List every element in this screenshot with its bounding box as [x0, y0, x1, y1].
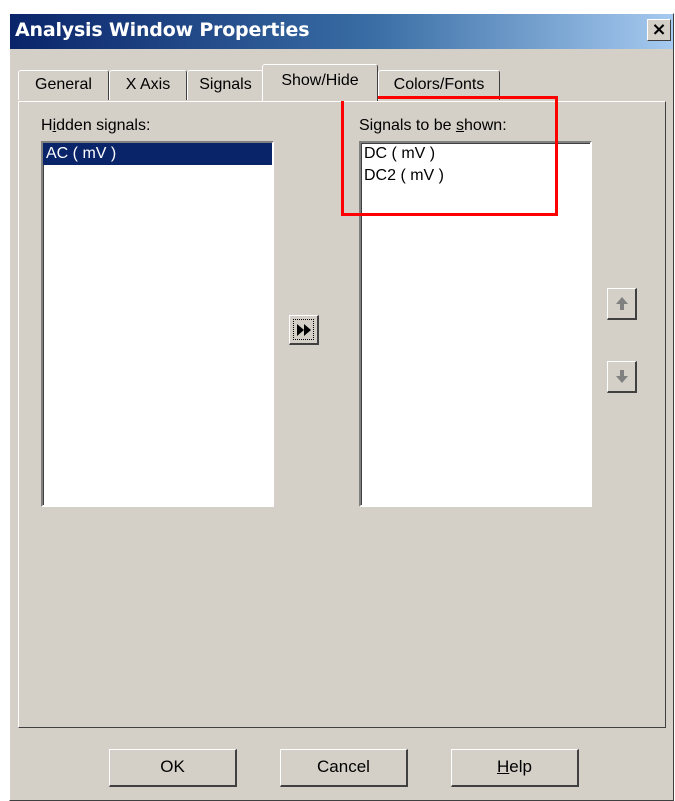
move-up-button[interactable] [607, 288, 637, 320]
dialog-window: Analysis Window Properties × General X A… [9, 13, 674, 801]
title-bar[interactable]: Analysis Window Properties × [10, 14, 673, 49]
move-down-button[interactable] [607, 361, 637, 393]
help-button-label: Help [497, 757, 532, 776]
close-icon: × [651, 19, 667, 40]
tab-colors-fonts[interactable]: Colors/Fonts [378, 70, 500, 100]
arrow-down-icon [615, 369, 628, 383]
list-item[interactable]: DC2 ( mV ) [361, 165, 590, 187]
tab-signals[interactable]: Signals [187, 70, 264, 100]
tab-general[interactable]: General [18, 70, 109, 100]
tab-show-hide[interactable]: Show/Hide [262, 64, 378, 101]
ok-button[interactable]: OK [109, 749, 237, 787]
show-hide-panel: Hidden signals: AC ( mV ) Signals to be … [18, 101, 666, 728]
tab-x-axis-label: X Axis [125, 76, 171, 93]
hidden-signals-label: Hidden signals: [41, 117, 151, 134]
tab-general-label: General [35, 76, 92, 93]
tab-colors-fonts-label: Colors/Fonts [393, 76, 485, 93]
window-title: Analysis Window Properties [15, 19, 310, 41]
ok-button-label: OK [160, 757, 185, 776]
tab-strip: General X Axis Signals Show/Hide Colors/… [10, 62, 673, 102]
cancel-button[interactable]: Cancel [280, 749, 408, 787]
list-item[interactable]: AC ( mV ) [43, 143, 272, 165]
tab-x-axis[interactable]: X Axis [109, 70, 187, 100]
shown-signals-label: Signals to be shown: [359, 117, 507, 134]
tab-show-hide-label: Show/Hide [281, 72, 359, 89]
arrow-up-icon [615, 296, 628, 310]
list-item[interactable]: DC ( mV ) [361, 143, 590, 165]
shown-signals-list[interactable]: DC ( mV ) DC2 ( mV ) [359, 141, 592, 507]
tab-signals-label: Signals [199, 76, 252, 93]
close-button[interactable]: × [647, 19, 671, 41]
cancel-button-label: Cancel [317, 757, 370, 776]
move-to-shown-button[interactable] [289, 315, 319, 345]
help-button[interactable]: Help [451, 749, 579, 787]
fast-forward-icon [296, 323, 311, 336]
hidden-signals-list[interactable]: AC ( mV ) [41, 141, 274, 507]
